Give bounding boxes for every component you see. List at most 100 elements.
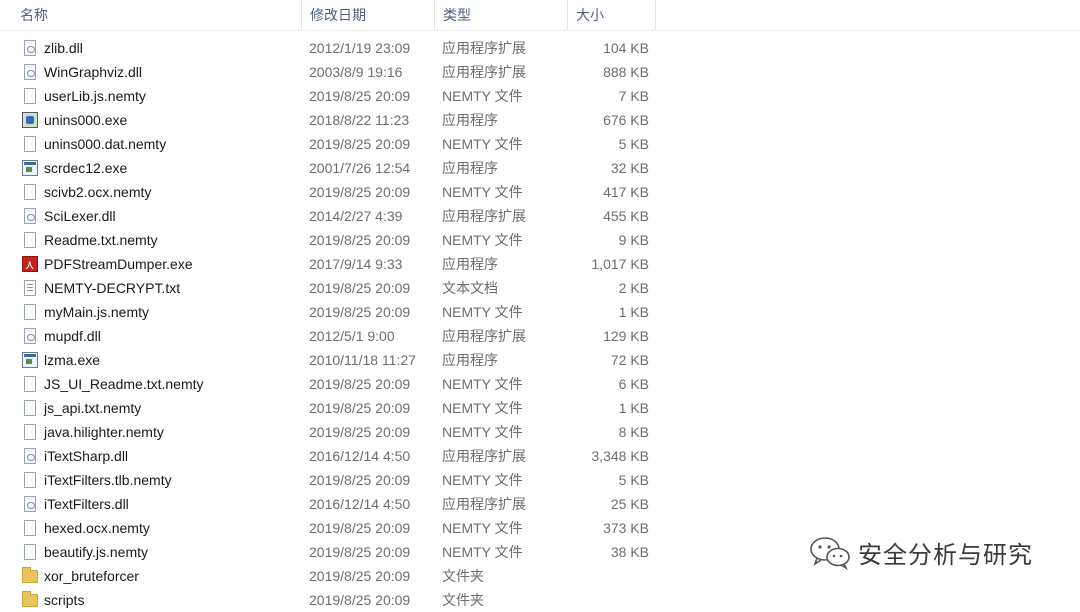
file-name: mupdf.dll [44,328,101,344]
file-row[interactable]: scrdec12.exe 2001/7/26 12:54 应用程序 32 KB [0,156,1080,180]
file-size: 32 KB [610,160,649,176]
file-type: NEMTY 文件 [442,520,523,536]
file-icon [24,520,36,536]
file-size: 5 KB [618,472,649,488]
file-name: unins000.dat.nemty [44,136,167,152]
column-header-date[interactable]: 修改日期 [302,0,435,30]
file-row[interactable]: NEMTY-DECRYPT.txt 2019/8/25 20:09 文本文档 2 KB [0,276,1080,300]
file-row[interactable]: lzma.exe 2010/11/18 11:27 应用程序 72 KB [0,348,1080,372]
wechat-icon [810,537,850,570]
file-date-modified: 2019/8/25 20:09 [309,376,411,392]
column-header-size[interactable]: 大小 [568,0,656,30]
file-name: scripts [44,592,85,608]
file-icon [24,184,36,200]
file-size: 104 KB [603,40,649,56]
file-name: hexed.ocx.nemty [44,520,150,536]
file-date-modified: 2010/11/18 11:27 [309,352,416,368]
file-icon [24,304,36,320]
file-type: 应用程序扩展 [442,40,526,56]
file-name: beautify.js.nemty [44,544,149,560]
file-icon [24,136,36,152]
file-date-modified: 2019/8/25 20:09 [309,232,411,248]
file-row[interactable]: SciLexer.dll 2014/2/27 4:39 应用程序扩展 455 KB [0,204,1080,228]
dll-icon [24,64,36,80]
file-name: NEMTY-DECRYPT.txt [44,280,181,296]
file-type: NEMTY 文件 [442,424,523,440]
file-row[interactable]: iTextFilters.tlb.nemty 2019/8/25 20:09 NEM… [0,468,1080,492]
file-type: 文件夹 [442,592,484,608]
file-date-modified: 2016/12/14 4:50 [309,496,411,512]
exe-icon [22,352,38,368]
file-size: 9 KB [618,232,649,248]
file-date-modified: 2014/2/27 4:39 [309,208,403,224]
file-icon [24,400,36,416]
watermark: 安全分析与研究 [808,534,1033,570]
file-date-modified: 2016/12/14 4:50 [309,448,411,464]
file-name: JS_UI_Readme.txt.nemty [44,376,204,392]
file-type: 文本文档 [442,280,498,296]
file-row[interactable]: userLib.js.nemty 2019/8/25 20:09 NEMTY 文件 7… [0,84,1080,108]
file-date-modified: 2012/1/19 23:09 [309,40,411,56]
file-row[interactable]: js_api.txt.nemty 2019/8/25 20:09 NEMTY 文件 1… [0,396,1080,420]
file-name: iTextSharp.dll [44,448,129,464]
file-icon [24,472,36,488]
column-header-type[interactable]: 类型 [435,0,568,30]
file-type: NEMTY 文件 [442,88,523,104]
file-row[interactable]: JS_UI_Readme.txt.nemty 2019/8/25 20:09 NEM… [0,372,1080,396]
file-date-modified: 2019/8/25 20:09 [309,88,411,104]
file-type: 应用程序 [442,352,498,368]
file-name: Readme.txt.nemty [44,232,158,248]
file-size: 6 KB [618,376,649,392]
file-type: 应用程序 [442,160,498,176]
file-name: scrdec12.exe [44,160,128,176]
file-name: scivb2.ocx.nemty [44,184,152,200]
file-row[interactable]: iTextSharp.dll 2016/12/14 4:50 应用程序扩展 3,348… [0,444,1080,468]
file-list: zlib.dll 2012/1/19 23:09 应用程序扩展 104 KB WinGr… [0,36,1080,612]
file-row[interactable]: zlib.dll 2012/1/19 23:09 应用程序扩展 104 KB [0,36,1080,60]
file-name: PDFStreamDumper.exe [44,256,193,272]
file-row[interactable]: myMain.js.nemty 2019/8/25 20:09 NEMTY 文件 1 … [0,300,1080,324]
file-date-modified: 2019/8/25 20:09 [309,400,411,416]
file-row[interactable]: unins000.exe 2018/8/22 11:23 应用程序 676 KB [0,108,1080,132]
file-row[interactable]: scivb2.ocx.nemty 2019/8/25 20:09 NEMTY 文件 4… [0,180,1080,204]
file-size: 888 KB [603,64,649,80]
file-date-modified: 2019/8/25 20:09 [309,472,411,488]
file-row[interactable]: iTextFilters.dll 2016/12/14 4:50 应用程序扩展 25 … [0,492,1080,516]
file-name: lzma.exe [44,352,101,368]
file-date-modified: 2003/8/9 19:16 [309,64,403,80]
file-date-modified: 2019/8/25 20:09 [309,424,411,440]
dll-icon [24,208,36,224]
file-row[interactable]: Readme.txt.nemty 2019/8/25 20:09 NEMTY 文件 9… [0,228,1080,252]
file-date-modified: 2019/8/25 20:09 [309,544,411,560]
file-type: NEMTY 文件 [442,472,523,488]
file-row[interactable]: PDFStreamDumper.exe 2017/9/14 9:33 应用程序 1,0… [0,252,1080,277]
file-type: NEMTY 文件 [442,304,523,320]
file-type: 文件夹 [442,568,484,584]
file-date-modified: 2012/5/1 9:00 [309,328,395,344]
file-name: iTextFilters.tlb.nemty [44,472,172,488]
file-name: js_api.txt.nemty [44,400,142,416]
file-icon [24,88,36,104]
watermark-text: 安全分析与研究 [858,540,1033,569]
file-name: zlib.dll [44,40,83,56]
file-size: 5 KB [618,136,649,152]
file-row[interactable]: unins000.dat.nemty 2019/8/25 20:09 NEMTY 文… [0,132,1080,156]
column-header-bar: 名称 ⌃ 修改日期 类型 大小 [0,0,1080,31]
file-size: 7 KB [618,88,649,104]
dll-icon [24,40,36,56]
file-size: 25 KB [610,496,649,512]
file-date-modified: 2019/8/25 20:09 [309,520,411,536]
file-row[interactable]: WinGraphviz.dll 2003/8/9 19:16 应用程序扩展 888 K… [0,60,1080,84]
exe-icon [22,160,38,176]
file-type: NEMTY 文件 [442,232,523,248]
file-date-modified: 2019/8/25 20:09 [309,568,411,584]
file-size: 1 KB [618,304,649,320]
file-row[interactable]: java.hilighter.nemty 2019/8/25 20:09 NEMTY… [0,420,1080,444]
file-row[interactable]: mupdf.dll 2012/5/1 9:00 应用程序扩展 129 KB [0,324,1080,348]
file-row[interactable]: scripts 2019/8/25 20:09 文件夹 [0,588,1080,612]
folder-icon [22,567,38,583]
file-type: NEMTY 文件 [442,184,523,200]
file-date-modified: 2017/9/14 9:33 [309,256,403,272]
file-size: 8 KB [618,424,649,440]
file-type: NEMTY 文件 [442,400,523,416]
